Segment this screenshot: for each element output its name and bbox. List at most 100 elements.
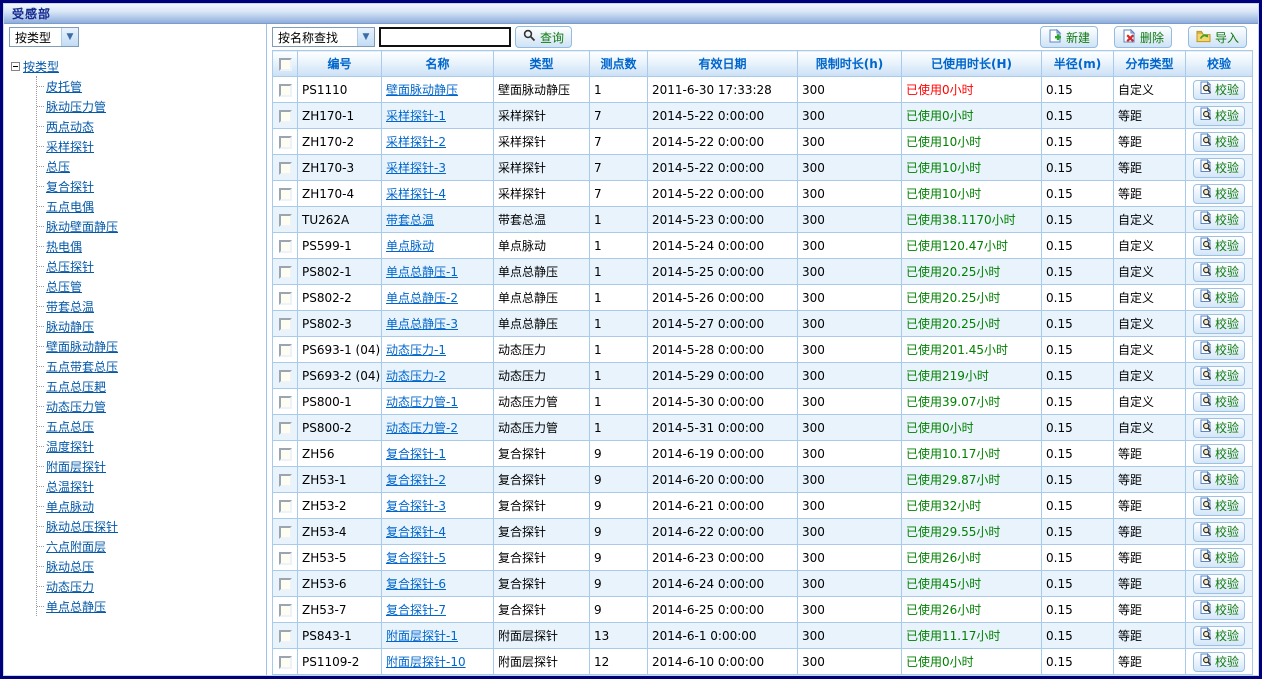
row-checkbox[interactable] xyxy=(279,84,292,97)
verify-button[interactable]: 校验 xyxy=(1193,600,1245,620)
tree-item[interactable]: 动态压力管 xyxy=(37,396,261,416)
sensor-name-link[interactable]: 复合探针-1 xyxy=(386,447,446,461)
chevron-down-icon[interactable]: ▼ xyxy=(357,28,374,46)
row-checkbox[interactable] xyxy=(279,110,292,123)
tree-item-label[interactable]: 五点带套总压 xyxy=(46,358,118,375)
tree-item[interactable]: 总温探针 xyxy=(37,476,261,496)
sensor-name-link[interactable]: 采样探针-3 xyxy=(386,161,446,175)
tree-item-label[interactable]: 六点附面层 xyxy=(46,538,106,555)
tree-item-label[interactable]: 脉动壁面静压 xyxy=(46,218,118,235)
tree-item[interactable]: 六点附面层 xyxy=(37,536,261,556)
row-checkbox[interactable] xyxy=(279,656,292,669)
verify-button[interactable]: 校验 xyxy=(1193,210,1245,230)
verify-button[interactable]: 校验 xyxy=(1193,314,1245,334)
sensor-name-link[interactable]: 带套总温 xyxy=(386,213,434,227)
tree-item-label[interactable]: 附面层探针 xyxy=(46,458,106,475)
tree-item-label[interactable]: 动态压力 xyxy=(46,578,94,595)
import-button[interactable]: 导入 xyxy=(1188,26,1247,48)
tree-item[interactable]: 脉动压力管 xyxy=(37,96,261,116)
row-checkbox[interactable] xyxy=(279,188,292,201)
verify-button[interactable]: 校验 xyxy=(1193,392,1245,412)
sensor-name-link[interactable]: 单点脉动 xyxy=(386,239,434,253)
sensor-name-link[interactable]: 单点总静压-3 xyxy=(386,317,458,331)
tree-item-label[interactable]: 总压 xyxy=(46,158,70,175)
row-checkbox[interactable] xyxy=(279,552,292,565)
tree-item[interactable]: 脉动总压 xyxy=(37,556,261,576)
search-mode-select[interactable]: 按名称查找 ▼ xyxy=(272,27,375,47)
row-checkbox[interactable] xyxy=(279,578,292,591)
sensor-name-link[interactable]: 复合探针-4 xyxy=(386,525,446,539)
row-checkbox[interactable] xyxy=(279,474,292,487)
tree-item-label[interactable]: 五点总压 xyxy=(46,418,94,435)
verify-button[interactable]: 校验 xyxy=(1193,132,1245,152)
sensor-name-link[interactable]: 复合探针-3 xyxy=(386,499,446,513)
verify-button[interactable]: 校验 xyxy=(1193,262,1245,282)
tree-item[interactable]: 五点总压 xyxy=(37,416,261,436)
row-checkbox[interactable] xyxy=(279,162,292,175)
sensor-name-link[interactable]: 动态压力-1 xyxy=(386,343,446,357)
tree-item[interactable]: 动态压力 xyxy=(37,576,261,596)
row-checkbox[interactable] xyxy=(279,500,292,513)
collapse-minus-icon[interactable] xyxy=(11,62,20,71)
tree-item[interactable]: 脉动静压 xyxy=(37,316,261,336)
tree-item-label[interactable]: 单点总静压 xyxy=(46,598,106,615)
sensor-name-link[interactable]: 单点总静压-1 xyxy=(386,265,458,279)
sensor-name-link[interactable]: 附面层探针-1 xyxy=(386,629,458,643)
tree-item-label[interactable]: 采样探针 xyxy=(46,138,94,155)
sensor-name-link[interactable]: 复合探针-2 xyxy=(386,473,446,487)
row-checkbox[interactable] xyxy=(279,396,292,409)
tree-item[interactable]: 脉动壁面静压 xyxy=(37,216,261,236)
tree-item[interactable]: 五点总压耙 xyxy=(37,376,261,396)
row-checkbox[interactable] xyxy=(279,630,292,643)
tree-item-label[interactable]: 总温探针 xyxy=(46,478,94,495)
tree-item-label[interactable]: 脉动压力管 xyxy=(46,98,106,115)
sensor-name-link[interactable]: 动态压力-2 xyxy=(386,369,446,383)
verify-button[interactable]: 校验 xyxy=(1193,444,1245,464)
tree-root[interactable]: 按类型 xyxy=(9,56,261,76)
verify-button[interactable]: 校验 xyxy=(1193,340,1245,360)
row-checkbox[interactable] xyxy=(279,604,292,617)
select-all-checkbox[interactable] xyxy=(279,58,292,71)
sensor-name-link[interactable]: 附面层探针-10 xyxy=(386,655,466,669)
tree-item-label[interactable]: 脉动静压 xyxy=(46,318,94,335)
verify-button[interactable]: 校验 xyxy=(1193,366,1245,386)
chevron-down-icon[interactable]: ▼ xyxy=(61,28,78,46)
tree-item-label[interactable]: 五点总压耙 xyxy=(46,378,106,395)
tree-item[interactable]: 单点脉动 xyxy=(37,496,261,516)
tree-item-label[interactable]: 带套总温 xyxy=(46,298,94,315)
sensor-name-link[interactable]: 采样探针-1 xyxy=(386,109,446,123)
tree-item[interactable]: 脉动总压探针 xyxy=(37,516,261,536)
sensor-name-link[interactable]: 动态压力管-1 xyxy=(386,395,458,409)
sensor-name-link[interactable]: 采样探针-2 xyxy=(386,135,446,149)
sensor-name-link[interactable]: 采样探针-4 xyxy=(386,187,446,201)
tree-item-label[interactable]: 壁面脉动静压 xyxy=(46,338,118,355)
search-input[interactable] xyxy=(379,27,511,47)
sensor-name-link[interactable]: 单点总静压-2 xyxy=(386,291,458,305)
new-button[interactable]: 新建 xyxy=(1040,26,1098,48)
tree-item-label[interactable]: 动态压力管 xyxy=(46,398,106,415)
tree-item-label[interactable]: 脉动总压 xyxy=(46,558,94,575)
tree-item-label[interactable]: 脉动总压探针 xyxy=(46,518,118,535)
row-checkbox[interactable] xyxy=(279,370,292,383)
row-checkbox[interactable] xyxy=(279,318,292,331)
sidebar-filter-select[interactable]: 按类型 ▼ xyxy=(9,27,79,47)
tree-root-label[interactable]: 按类型 xyxy=(23,58,59,75)
tree-item[interactable]: 采样探针 xyxy=(37,136,261,156)
tree-item[interactable]: 温度探针 xyxy=(37,436,261,456)
row-checkbox[interactable] xyxy=(279,136,292,149)
tree-item[interactable]: 壁面脉动静压 xyxy=(37,336,261,356)
row-checkbox[interactable] xyxy=(279,344,292,357)
tree-item[interactable]: 附面层探针 xyxy=(37,456,261,476)
verify-button[interactable]: 校验 xyxy=(1193,574,1245,594)
tree-item[interactable]: 总压管 xyxy=(37,276,261,296)
sensor-name-link[interactable]: 复合探针-6 xyxy=(386,577,446,591)
tree-item[interactable]: 总压探针 xyxy=(37,256,261,276)
tree-item-label[interactable]: 温度探针 xyxy=(46,438,94,455)
tree-item-label[interactable]: 热电偶 xyxy=(46,238,82,255)
sensor-name-link[interactable]: 复合探针-5 xyxy=(386,551,446,565)
verify-button[interactable]: 校验 xyxy=(1193,548,1245,568)
tree-item[interactable]: 皮托管 xyxy=(37,76,261,96)
row-checkbox[interactable] xyxy=(279,526,292,539)
verify-button[interactable]: 校验 xyxy=(1193,80,1245,100)
verify-button[interactable]: 校验 xyxy=(1193,184,1245,204)
